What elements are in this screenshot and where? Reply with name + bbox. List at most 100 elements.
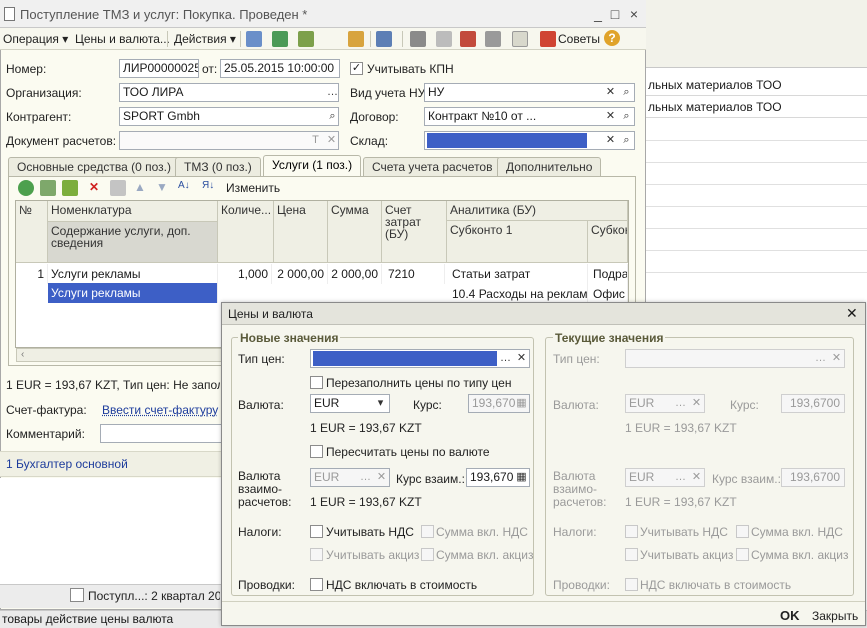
date-field[interactable]: 25.05.2015 10:00:00 <box>220 59 340 78</box>
close-window-button[interactable]: × <box>626 6 642 22</box>
copy-document-icon[interactable] <box>298 31 314 47</box>
sort-ascending-icon[interactable]: A↓ <box>178 180 194 196</box>
cell-subconto1-b[interactable]: 10.4 Расходы на рекламу <box>449 284 588 304</box>
select-icon[interactable]: … <box>498 351 513 366</box>
dialog-title[interactable]: Цены и валюта <box>222 303 865 325</box>
recalc-prices-checkbox[interactable] <box>310 445 323 458</box>
move-down-icon[interactable]: ▼ <box>154 180 170 196</box>
col-sum-header[interactable]: Сумма <box>328 201 382 263</box>
sum-incl-vat-checkbox[interactable] <box>421 525 434 538</box>
change-button[interactable]: Изменить <box>226 180 280 197</box>
vat-checkbox[interactable] <box>310 525 323 538</box>
list-icon[interactable] <box>436 31 452 47</box>
col-analytics-header[interactable]: Аналитика (БУ) <box>447 201 628 221</box>
cell-qty[interactable]: 1,000 <box>218 264 272 284</box>
contractor-field[interactable]: SPORT Gmbh <box>119 107 339 126</box>
current-rate-label: Курс: <box>730 398 759 412</box>
select-icon: … <box>675 397 686 409</box>
actions-menu-button[interactable]: Действия ▾ <box>174 31 236 48</box>
col-subconto2-header[interactable]: Субкон... <box>588 221 628 263</box>
excise-checkbox[interactable] <box>310 548 323 561</box>
col-subconto1-header[interactable]: Субконто 1 <box>447 221 588 263</box>
select-icon[interactable]: … <box>358 470 373 485</box>
cell-subconto2-a[interactable]: Подраз... <box>590 264 628 284</box>
col-qty-header[interactable]: Количе... <box>218 201 274 263</box>
cell-subconto2-b[interactable]: Офис ( <box>590 284 628 304</box>
sort-descending-icon[interactable]: Я↓ <box>202 180 218 196</box>
clear-icon[interactable]: ✕ <box>374 470 389 485</box>
advice-icon[interactable] <box>540 31 556 47</box>
text-format-icon[interactable] <box>512 31 528 47</box>
vat-in-cost-checkbox[interactable] <box>310 578 323 591</box>
cell-content-selected[interactable]: Услуги рекламы <box>48 283 218 303</box>
settlement-doc-field[interactable] <box>119 131 339 150</box>
close-icon[interactable]: ✕ <box>846 305 858 322</box>
cell-num[interactable]: 1 <box>16 264 48 284</box>
minimize-button[interactable]: _ <box>590 6 606 22</box>
background-list-item[interactable]: льных материалов ТОО <box>640 96 867 118</box>
tab-fixed-assets[interactable]: Основные средства (0 поз.) <box>8 157 180 176</box>
delete-icon[interactable]: ✕ <box>86 180 102 196</box>
prices-currency-button[interactable]: Цены и валюта... <box>75 31 170 48</box>
structure-icon[interactable] <box>410 31 426 47</box>
taskbar-item[interactable]: Поступл...: 2 квартал 2015 <box>88 589 220 603</box>
organization-field[interactable]: ТОО ЛИРА <box>119 83 339 102</box>
current-sum-incl-vat-checkbox <box>736 525 749 538</box>
refill-prices-checkbox[interactable] <box>310 376 323 389</box>
col-nomenclature-header[interactable]: Номенклатура <box>48 201 218 222</box>
edit-icon[interactable] <box>62 180 78 196</box>
chevron-down-icon[interactable]: ▾ <box>373 396 388 411</box>
tab-inventory[interactable]: ТМЗ (0 поз.) <box>175 157 261 176</box>
tab-services[interactable]: Услуги (1 поз.) <box>263 155 362 176</box>
enter-invoice-link[interactable]: Ввести счет-фактуру <box>102 403 218 417</box>
add-icon[interactable] <box>18 180 34 196</box>
type-icon[interactable]: T <box>308 133 323 148</box>
document-attach-icon[interactable] <box>348 31 364 47</box>
help-icon[interactable]: ? <box>604 30 620 46</box>
comment-field[interactable] <box>100 424 222 443</box>
copy-row-icon[interactable] <box>40 180 56 196</box>
clear-icon[interactable]: ✕ <box>603 133 618 148</box>
cell-subconto1-a[interactable]: Статьи затрат <box>449 264 588 284</box>
search-icon[interactable]: ⌕ <box>325 109 340 124</box>
advice-button[interactable]: Советы <box>558 31 600 48</box>
accountant-text[interactable]: 1 Бухгалтер основной <box>6 457 128 471</box>
cell-sum[interactable]: 2 000,00 <box>328 264 382 284</box>
search-icon[interactable]: ⌕ <box>619 133 634 148</box>
go-to-icon[interactable] <box>376 31 392 47</box>
calculator-icon[interactable]: ▦ <box>514 396 529 411</box>
sum-incl-excise-checkbox[interactable] <box>421 548 434 561</box>
clear-icon[interactable]: ✕ <box>603 85 618 100</box>
number-field[interactable]: ЛИР00000025 <box>119 59 199 78</box>
col-content-header[interactable]: Содержание услуги, доп. сведения <box>48 222 218 263</box>
move-up-icon[interactable]: ▲ <box>132 180 148 196</box>
cell-account[interactable]: 7210 <box>385 264 445 284</box>
cell-price[interactable]: 2 000,00 <box>274 264 328 284</box>
post-icon[interactable] <box>246 31 262 47</box>
clear-icon[interactable]: ✕ <box>324 133 339 148</box>
col-price-header[interactable]: Цена <box>274 201 328 263</box>
current-excise-checkbox <box>625 548 638 561</box>
clear-icon[interactable]: ✕ <box>514 351 529 366</box>
refresh-icon[interactable] <box>272 31 288 47</box>
debit-credit-icon[interactable] <box>460 31 476 47</box>
select-icon[interactable]: … <box>325 85 340 100</box>
kpn-checkbox[interactable]: ✓ <box>350 62 363 75</box>
close-button[interactable]: Закрыть <box>812 609 858 623</box>
background-list-item[interactable]: льных материалов ТОО <box>640 74 867 96</box>
tab-settlement-accounts[interactable]: Счета учета расчетов <box>363 157 502 176</box>
save-icon[interactable] <box>110 180 126 196</box>
maximize-button[interactable]: □ <box>607 6 623 22</box>
search-icon[interactable]: ⌕ <box>619 109 634 124</box>
col-num-header[interactable]: № <box>16 201 48 263</box>
search-icon[interactable]: ⌕ <box>619 85 634 100</box>
operation-menu-button[interactable]: Операция ▾ <box>3 31 68 48</box>
col-account-header[interactable]: Счет затрат (БУ) <box>382 201 447 263</box>
tab-additional[interactable]: Дополнительно <box>497 157 602 176</box>
report-icon[interactable] <box>485 31 501 47</box>
horizontal-scrollbar[interactable]: ‹ <box>16 348 222 362</box>
ok-button[interactable]: OK <box>780 608 800 623</box>
clear-icon[interactable]: ✕ <box>603 109 618 124</box>
cell-nomenclature[interactable]: Услуги рекламы <box>48 264 218 284</box>
calculator-icon[interactable]: ▦ <box>514 470 529 485</box>
